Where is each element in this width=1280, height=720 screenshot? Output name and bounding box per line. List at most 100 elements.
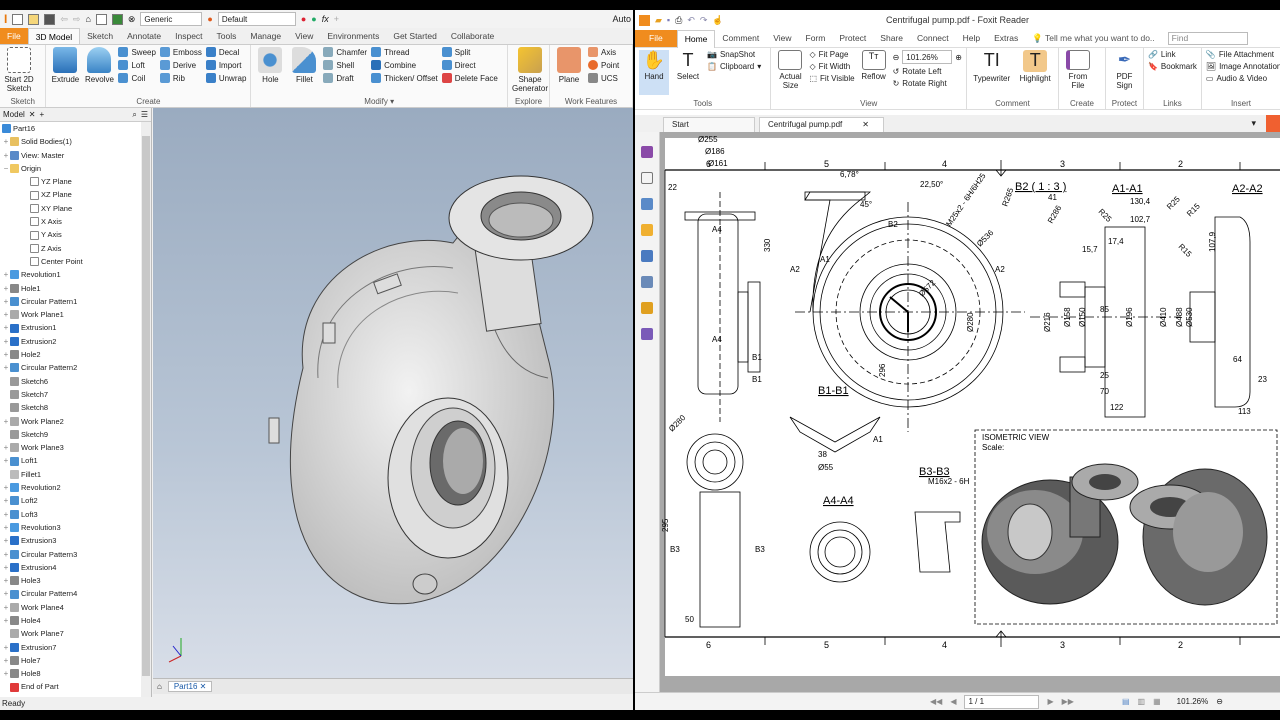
expand-toggle[interactable]: + (2, 574, 10, 587)
emboss-button[interactable]: Emboss (159, 47, 202, 57)
tab-protect[interactable]: Protect (832, 30, 873, 47)
color-icon[interactable]: ● (207, 14, 212, 24)
fit-visible-button[interactable]: ⬚ Fit Visible (809, 74, 854, 83)
menu-icon[interactable]: ☰ (141, 110, 148, 119)
tab-connect[interactable]: Connect (910, 30, 956, 47)
redo-icon[interactable]: ↷ (700, 15, 708, 26)
bookmarks-icon[interactable] (641, 172, 653, 184)
sweep-button[interactable]: Sweep (118, 47, 156, 57)
pdf-page-area[interactable]: Ø255 Ø186 Ø161 22 6,78° 22,50° 45° M25x2 - 6H/6… (660, 132, 1280, 692)
page-thumbnails-icon[interactable] (641, 146, 653, 158)
tab-file[interactable]: File (0, 28, 28, 44)
revolve-button[interactable]: Revolve (84, 47, 114, 95)
tab-start[interactable]: Start (663, 117, 755, 132)
axis-button[interactable]: Axis (588, 47, 619, 57)
zoom-out-status-icon[interactable]: ⊖ (1216, 697, 1223, 706)
adjust-icon[interactable]: ● (301, 14, 306, 24)
actual-size-button[interactable]: Actual Size (775, 50, 805, 97)
tab-share[interactable]: Share (873, 30, 910, 47)
expand-toggle[interactable]: + (2, 335, 10, 348)
combine-button[interactable]: Combine (371, 60, 438, 70)
tree-item[interactable]: + Solid Bodies(1) (0, 135, 151, 148)
expand-toggle[interactable]: + (2, 614, 10, 627)
tree-item[interactable]: Center Point (0, 255, 151, 268)
update-icon[interactable] (111, 13, 123, 25)
select-icon[interactable] (95, 13, 107, 25)
tree-item[interactable]: + Extrusion1 (0, 321, 151, 334)
zoom-in-icon[interactable]: ⊕ (955, 53, 962, 62)
tree-item[interactable]: Sketch9 (0, 428, 151, 441)
appearance-select[interactable]: Generic (140, 12, 203, 26)
prev-page-icon[interactable]: ◀ (950, 697, 956, 706)
tab-annotate[interactable]: Annotate (120, 28, 168, 44)
comments-icon[interactable] (641, 224, 653, 236)
thicken-offset-button[interactable]: Thicken/ Offset (371, 73, 438, 83)
expand-toggle[interactable]: + (2, 481, 10, 494)
print-icon[interactable]: ⎙ (675, 15, 682, 26)
expand-toggle[interactable]: + (2, 268, 10, 281)
tab-inspect[interactable]: Inspect (168, 28, 209, 44)
loft-button[interactable]: Loft (118, 60, 155, 70)
expand-toggle[interactable]: + (2, 282, 10, 295)
fillet-button[interactable]: Fillet (289, 47, 319, 95)
new-icon[interactable] (12, 13, 24, 25)
ucs-button[interactable]: UCS (588, 73, 619, 83)
pump-3d-model[interactable] (153, 108, 633, 678)
first-page-icon[interactable]: ◀◀ (930, 697, 942, 706)
highlight-button[interactable]: T Highlight (1016, 50, 1054, 97)
tab-extras[interactable]: Extras (987, 30, 1025, 47)
tree-item[interactable]: + Hole7 (0, 654, 151, 667)
tab-help[interactable]: Help (956, 30, 987, 47)
coil-button[interactable]: Coil (118, 73, 155, 83)
extrude-button[interactable]: Extrude (50, 47, 80, 95)
appearance-icon[interactable]: ⊗ (128, 14, 136, 25)
tree-item[interactable]: + Extrusion2 (0, 335, 151, 348)
tree-item[interactable]: + Revolution2 (0, 481, 151, 494)
open-icon[interactable] (28, 13, 40, 25)
home-tab-icon[interactable]: ⌂ (157, 682, 162, 691)
bookmark-button[interactable]: 🔖 Bookmark (1148, 62, 1197, 71)
material-select[interactable]: Default (217, 12, 296, 26)
tree-item[interactable]: XZ Plane (0, 188, 151, 201)
save-icon[interactable]: ▪ (667, 15, 670, 25)
last-page-icon[interactable]: ▶▶ (1062, 697, 1074, 706)
tree-item[interactable]: XY Plane (0, 202, 151, 215)
zoom-status[interactable]: 101.26% (1177, 697, 1209, 706)
tab-comment[interactable]: Comment (715, 30, 766, 47)
hand-icon[interactable]: ☝ (712, 15, 723, 26)
file-attachment-button[interactable]: 📎 File Attachment (1206, 50, 1280, 59)
tree-item[interactable]: + Extrusion3 (0, 534, 151, 547)
tab-sketch[interactable]: Sketch (80, 28, 120, 44)
clear-icon[interactable]: ● (311, 14, 316, 24)
split-button[interactable]: Split (441, 47, 498, 57)
tab-file[interactable]: File (635, 30, 677, 47)
derive-button[interactable]: Derive (159, 60, 202, 70)
plane-button[interactable]: Plane (554, 47, 584, 95)
tree-item[interactable]: + Hole8 (0, 667, 151, 680)
tree-item[interactable]: End of Part (0, 680, 151, 693)
tree-item[interactable]: + Circular Pattern4 (0, 587, 151, 600)
layers-icon[interactable] (641, 198, 653, 210)
tab-centrifugal-pump[interactable]: Centrifugal pump.pdf ✕ (759, 117, 884, 132)
3d-viewport[interactable] (153, 108, 633, 678)
image-annotation-button[interactable]: 🖼 Image Annotation (1206, 62, 1280, 71)
tree-item[interactable]: Work Plane7 (0, 627, 151, 640)
rib-button[interactable]: Rib (159, 73, 202, 83)
tree-item[interactable]: Y Axis (0, 228, 151, 241)
browser-scrollbar[interactable] (141, 122, 151, 697)
tree-item[interactable]: + Loft2 (0, 494, 151, 507)
expand-toggle[interactable]: + (2, 348, 10, 361)
tab-home[interactable]: Home (676, 29, 716, 48)
tree-item[interactable]: + View: Master (0, 149, 151, 162)
expand-toggle[interactable]: + (2, 561, 10, 574)
tree-item[interactable]: Sketch7 (0, 388, 151, 401)
tree-item[interactable]: + Hole1 (0, 282, 151, 295)
save-icon[interactable] (44, 13, 56, 25)
tab-form[interactable]: Form (799, 30, 833, 47)
reflow-button[interactable]: Tт Reflow (859, 50, 889, 97)
tab-collaborate[interactable]: Collaborate (444, 28, 501, 44)
redo-icon[interactable]: ⇨ (73, 14, 81, 25)
tree-item[interactable]: + Hole4 (0, 614, 151, 627)
tree-item[interactable]: YZ Plane (0, 175, 151, 188)
thread-button[interactable]: Thread (371, 47, 438, 57)
